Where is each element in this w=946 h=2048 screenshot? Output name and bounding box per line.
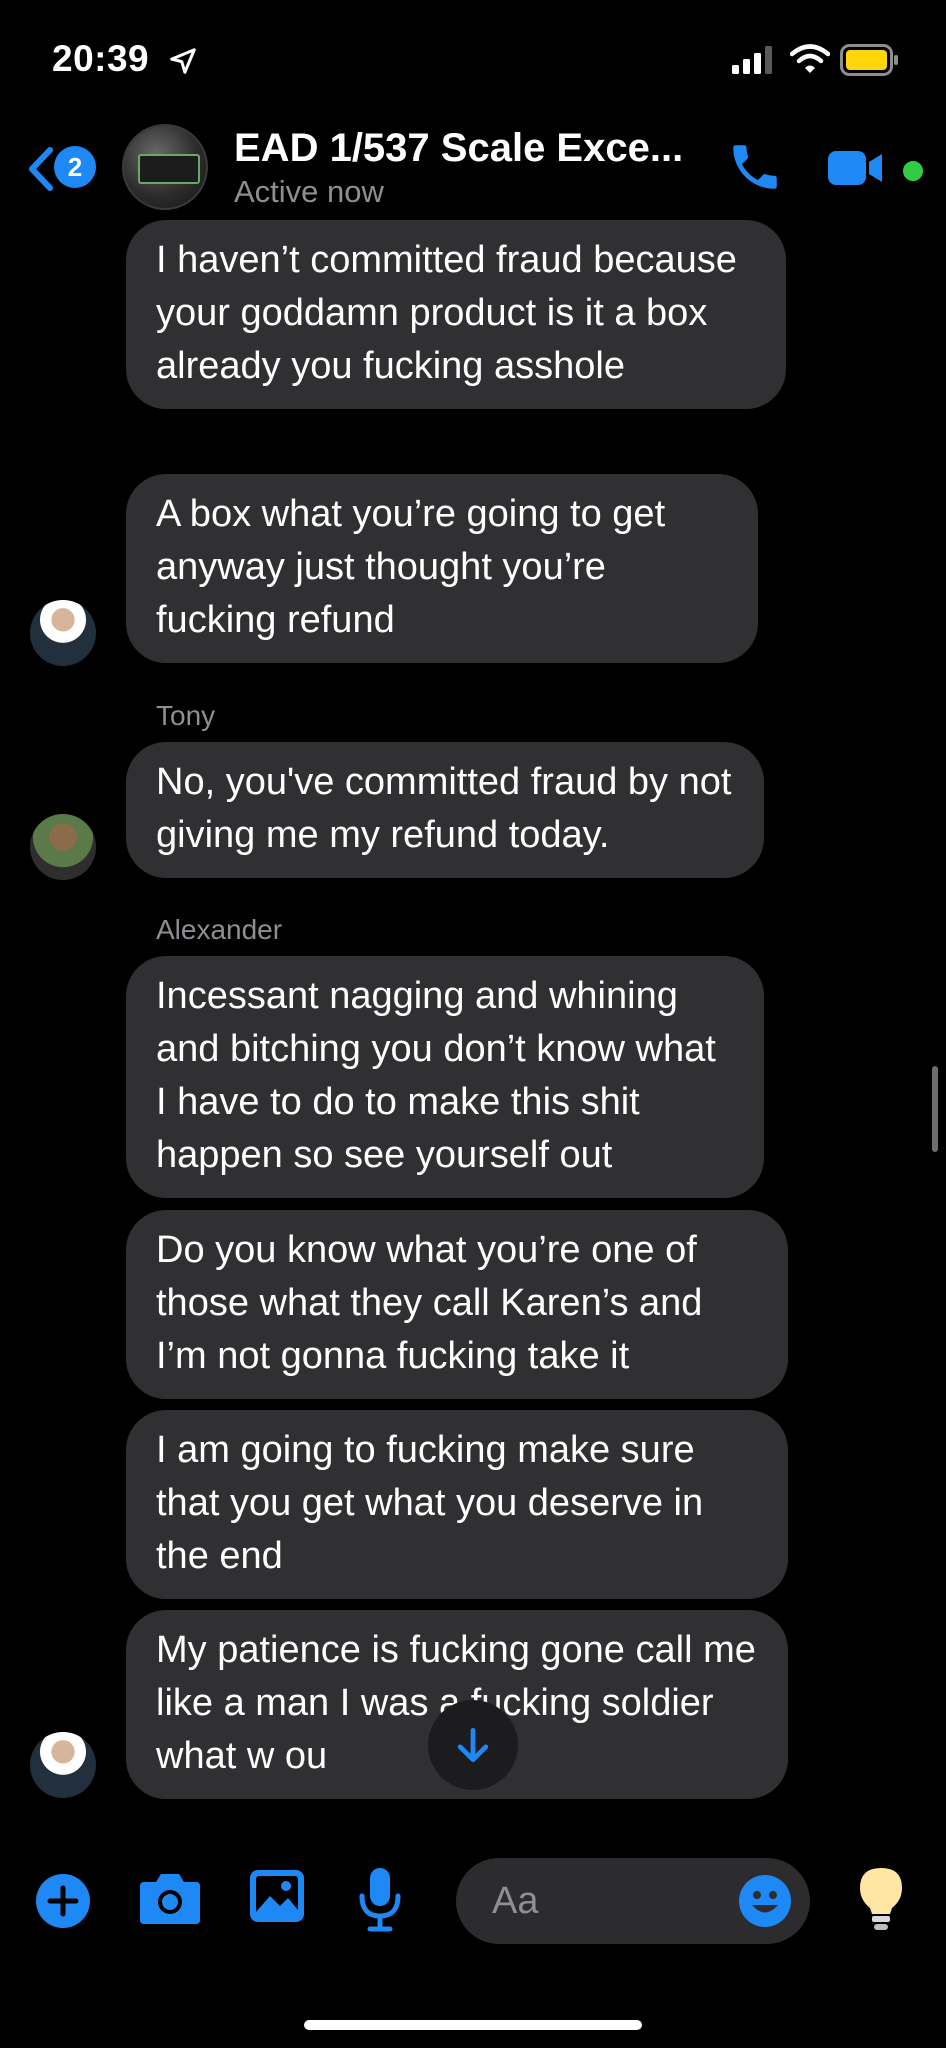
message-input-placeholder: Aa [492,1880,539,1922]
microphone-icon[interactable] [358,1866,402,1932]
online-indicator [900,158,926,184]
message-input[interactable]: Aa [456,1858,810,1944]
signal-icon [732,46,772,74]
message-bubble[interactable]: A box what you’re going to get anyway ju… [126,474,758,663]
arrow-down-icon [457,1727,489,1763]
avatar[interactable] [30,1732,96,1798]
gallery-icon[interactable] [248,1868,306,1924]
video-icon[interactable] [828,148,884,188]
wifi-icon [790,44,830,73]
message-bubble[interactable]: No, you've committed fraud by not giving… [126,742,764,878]
emoji-icon[interactable] [738,1874,792,1928]
plus-icon[interactable] [34,1872,92,1930]
avatar[interactable] [30,600,96,666]
message-bubble[interactable]: Incessant nagging and whining and bitchi… [126,956,764,1198]
message-bubble[interactable]: I haven’t committed fraud because your g… [126,220,786,409]
scroll-to-bottom-button[interactable] [428,1700,518,1790]
avatar[interactable] [30,814,96,880]
message-bubble[interactable]: I am going to fucking make sure that you… [126,1410,788,1599]
camera-icon[interactable] [138,1870,202,1926]
status-bar: 20:39 [0,0,946,120]
unread-badge[interactable]: 2 [54,146,96,188]
composer-bar: Aa [0,1840,946,2048]
location-arrow-icon [170,48,196,74]
sender-name: Alexander [156,914,283,945]
chat-status: Active now [234,174,384,209]
chat-title[interactable]: EAD 1/537 Scale Exce... [234,126,683,171]
battery-icon [840,44,898,76]
phone-icon[interactable] [726,138,784,196]
status-time: 20:39 [52,38,150,79]
scrollbar[interactable] [932,1066,938,1152]
sender-name: Tony [156,700,216,731]
chat-header: 2 EAD 1/537 Scale Exce... Active now [0,120,946,220]
message-bubble[interactable]: Do you know what you’re one of those wha… [126,1210,788,1399]
lightbulb-icon[interactable] [858,1866,904,1932]
home-indicator[interactable] [304,2020,642,2030]
chat-avatar[interactable] [122,124,208,210]
message-list[interactable]: I haven’t committed fraud because your g… [0,220,946,1840]
